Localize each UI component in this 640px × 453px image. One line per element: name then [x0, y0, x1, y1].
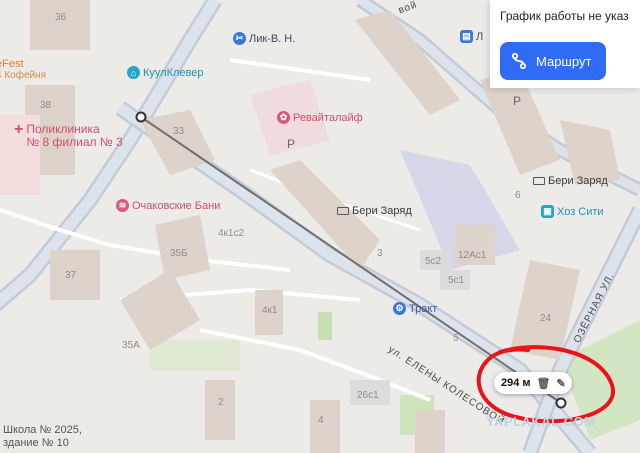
- poi-label: Ревайталайф: [293, 111, 363, 124]
- parking-sign: P: [287, 137, 296, 151]
- poi-polyclinic[interactable]: + Поликлиника № 8 филиал № 3: [14, 121, 123, 149]
- school-label-line: здание № 10: [3, 437, 69, 449]
- green-area: [150, 340, 240, 370]
- working-hours-text: График работы не указ: [500, 9, 629, 23]
- poi-kuulklever[interactable]: ⌂ КуулКлевер: [127, 66, 203, 79]
- beauty-icon: ✿: [277, 111, 290, 124]
- building-number: 36: [55, 12, 67, 23]
- poi-revaitalife[interactable]: ✿ Ревайталайф: [277, 111, 363, 124]
- poi-beri-zaryad-right[interactable]: Бери Заряд: [533, 175, 608, 187]
- poi-trakt[interactable]: ⚙ Тракт: [393, 302, 437, 315]
- ruler-start-point: [135, 111, 147, 123]
- battery-icon: [533, 177, 545, 185]
- battery-icon: [337, 207, 349, 215]
- building-number: 37: [65, 270, 77, 281]
- poi-label: eFest: [0, 58, 24, 70]
- poi-label: Хоз Сити: [557, 205, 604, 218]
- poi-khoz-siti[interactable]: ▣ Хоз Сити: [541, 205, 604, 218]
- poi-label: Очаковские Бани: [132, 199, 221, 212]
- building-number: 26с1: [357, 390, 379, 401]
- scissors-icon: ✂: [233, 32, 246, 45]
- briefcase-icon: ▤: [460, 30, 473, 43]
- ruler-distance-label: 294 м 🗑 ✎: [494, 372, 572, 394]
- poi-label: № 8 филиал № 3: [26, 135, 123, 149]
- building-number: 5с2: [425, 256, 442, 267]
- ruler-end-point: [555, 397, 567, 409]
- building-number: 4к1с2: [218, 228, 245, 239]
- green-area: [318, 312, 332, 340]
- school-label: Школа № 2025, здание № 10: [3, 424, 82, 450]
- trash-icon[interactable]: 🗑: [537, 377, 551, 390]
- poi-lik[interactable]: ✂ Лик-В. Н.: [233, 32, 295, 45]
- building-number: 38: [40, 100, 52, 111]
- building-bottom: [415, 410, 445, 453]
- building-number: 3: [377, 248, 383, 259]
- building-4: [310, 400, 340, 453]
- poi-label: Бери Заряд: [548, 175, 608, 187]
- poi-label: Бери Заряд: [352, 205, 412, 217]
- building-number: 4к1: [262, 305, 278, 316]
- building-number: 12Ас1: [458, 250, 487, 261]
- route-button[interactable]: Маршрут: [500, 42, 606, 80]
- building-number: 5: [453, 333, 459, 344]
- building-number: 5с1: [448, 275, 465, 286]
- building-2: [205, 380, 235, 440]
- pencil-icon[interactable]: ✎: [557, 377, 566, 390]
- building-number: 33: [173, 126, 185, 137]
- parking-sign: P: [513, 94, 522, 108]
- poi-top-right[interactable]: ▤ Л: [460, 30, 483, 43]
- route-icon: [511, 52, 527, 70]
- poi-label: Л: [476, 30, 484, 43]
- shopping-bag-icon: ▣: [541, 205, 554, 218]
- building-number: 6: [515, 190, 521, 201]
- distance-value: 294 м: [501, 377, 531, 389]
- cross-icon: +: [14, 121, 24, 138]
- watermark: YAPLAKAL.COM: [486, 414, 596, 429]
- building-number: 24: [540, 313, 552, 324]
- sauna-icon: ≋: [116, 199, 129, 212]
- building-number: 4: [318, 415, 324, 426]
- basket-icon: ⌂: [127, 66, 140, 79]
- building-36: [30, 0, 90, 50]
- school-label-line: Школа № 2025,: [3, 424, 82, 436]
- building-number: 35А: [122, 340, 140, 351]
- poi-label: Лик-В. Н.: [249, 32, 296, 45]
- poi-beri-zaryad-center[interactable]: Бери Заряд: [337, 205, 412, 217]
- poi-ochakovskie[interactable]: ≋ Очаковские Бани: [116, 199, 220, 212]
- route-button-label: Маршрут: [536, 53, 592, 69]
- car-service-icon: ⚙: [393, 302, 406, 315]
- poi-sublabel: 4 Кофейня: [0, 70, 47, 81]
- building-number: 2: [218, 397, 224, 408]
- poi-cafe[interactable]: eFest 4 Кофейня: [0, 58, 46, 81]
- poi-label: КуулКлевер: [143, 66, 204, 79]
- poi-label: Тракт: [409, 302, 438, 315]
- place-info-panel: График работы не указ Маршрут: [490, 0, 640, 88]
- building-number: 35Б: [170, 248, 188, 259]
- map-viewport[interactable]: 36 38 33 37 35А 35Б 4к1с2 4к1 3 5с2 5с1 …: [0, 0, 640, 453]
